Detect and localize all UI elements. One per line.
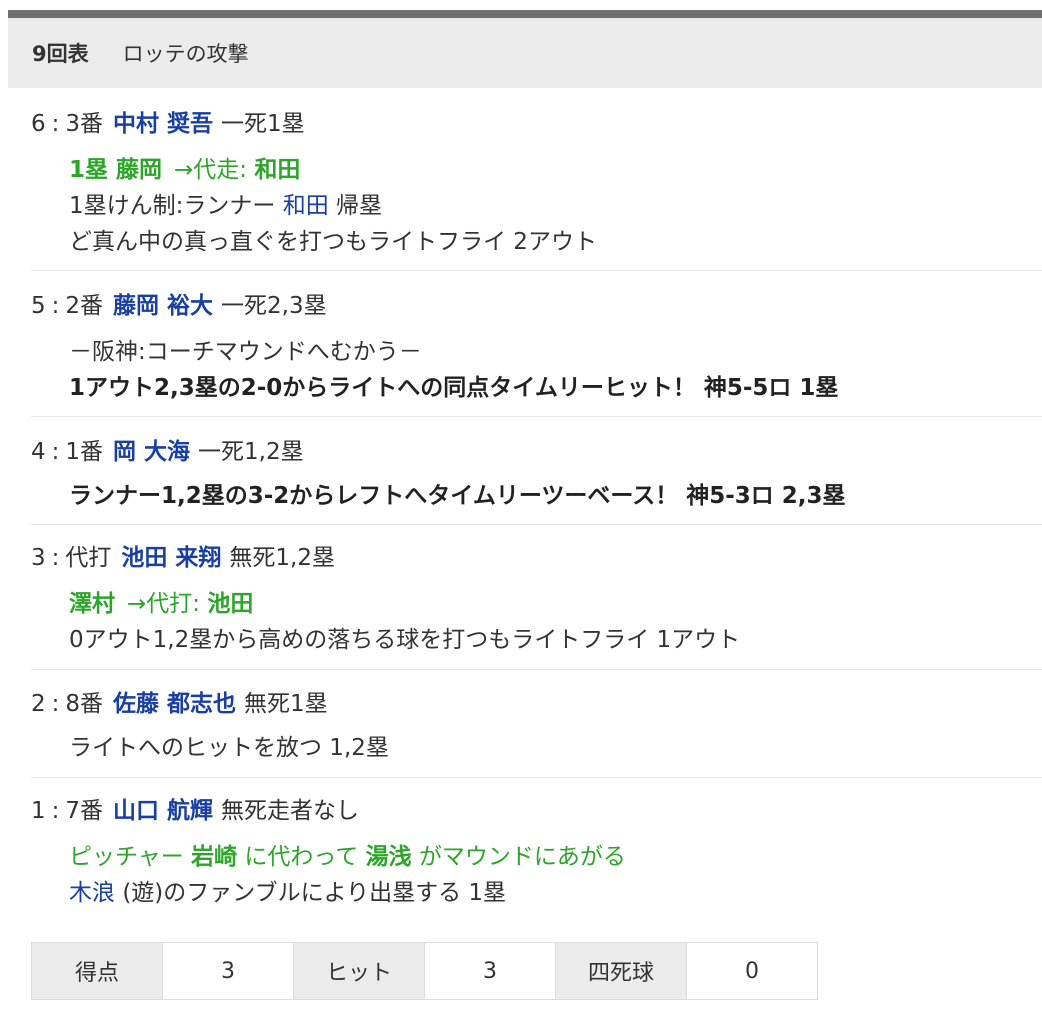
pickoff-suffix: 帰塁 (336, 193, 383, 219)
batting-order: 代打 (65, 545, 112, 571)
play-result: 1アウト2,3塁の2-0からライトへの同点タイムリーヒット！ 神5-5ロ 1塁 (69, 375, 839, 401)
out-runner-situation: 無死1塁 (244, 691, 328, 717)
inning-label: 9回表 (32, 42, 89, 66)
sub-type: →代走: (174, 157, 248, 183)
old-pitcher: 岩崎 (191, 844, 238, 870)
sub-type: →代打: (127, 591, 201, 617)
play-result: ランナー1,2塁の3-2からレフトへタイムリーツーベース！ 神5-3ロ 2,3塁 (69, 483, 846, 509)
error-line: 木浪 (遊)のファンブルにより出塁する 1塁 (69, 875, 1042, 911)
fielder-link[interactable]: 木浪 (69, 880, 115, 906)
plate-appearance-line: 4:1番岡 大海 一死1,2塁 (31, 439, 304, 465)
plate-appearance-line: 6:3番 中村 奨吾 一死1塁 (31, 111, 305, 137)
walks-value: 0 (687, 943, 817, 999)
error-text: (遊)のファンブルにより出塁する 1塁 (122, 880, 507, 906)
substitution-line: 澤村 →代打: 池田 (69, 586, 1042, 622)
hits-label: ヒット (294, 943, 425, 999)
attack-label: ロッテの攻撃 (122, 42, 249, 66)
batter-link[interactable]: 藤岡 裕大 (113, 293, 213, 319)
new-pitcher: 湯浅 (365, 844, 412, 870)
pitching-change-line: ピッチャー 岩崎 に代わって 湯浅 がマウンドにあがる (69, 839, 1042, 875)
batter-link[interactable]: 佐藤 都志也 (113, 691, 236, 717)
play-number: 5 (31, 293, 46, 319)
play-entry-5: 5:2番 藤岡 裕大 一死2,3塁 －阪神:コーチマウンドへむかう－ 1アウト2,3… (31, 290, 1042, 417)
play-result: ライトへのヒットを放つ 1,2塁 (69, 735, 389, 761)
play-number: 2 (31, 691, 46, 717)
out-runner-situation: 一死2,3塁 (221, 293, 327, 319)
play-number: 1 (31, 798, 46, 824)
pickoff-prefix: 1塁けん制:ランナー (69, 193, 276, 219)
pitching-change-suffix: がマウンドにあがる (418, 844, 626, 870)
play-entry-4: 4:1番岡 大海 一死1,2塁 ランナー1,2塁の3-2からレフトへタイムリーツー… (31, 436, 1042, 525)
play-entry-1: 1:7番 山口 航輝 無死走者なし ピッチャー 岩崎 に代わって 湯浅 がマウンドに… (31, 795, 1042, 921)
play-result: ど真ん中の真っ直ぐを打つもライトフライ 2アウト (69, 229, 597, 255)
out-runner-situation: 一死1塁 (221, 111, 305, 137)
batter-link[interactable]: 池田 来翔 (121, 545, 221, 571)
hits-value: 3 (425, 943, 556, 999)
plate-appearance-line: 1:7番 山口 航輝 無死走者なし (31, 798, 360, 824)
substitution-line: 1塁 藤岡 →代走: 和田 (69, 152, 1042, 188)
batter-link[interactable]: 岡 大海 (113, 439, 190, 465)
pickoff-line: 1塁けん制:ランナー 和田 帰塁 (69, 188, 1042, 224)
batting-order: 1番 (65, 439, 104, 465)
batting-order: 3番 (65, 111, 104, 137)
runs-value: 3 (163, 943, 294, 999)
play-entry-2: 2:8番 佐藤 都志也 無死1塁 ライトへのヒットを放つ 1,2塁 (31, 688, 1042, 778)
runs-label: 得点 (32, 943, 163, 999)
inning-header: 9回表 ロッテの攻撃 (8, 18, 1042, 88)
sub-from: 1塁 藤岡 (69, 157, 163, 183)
walks-label: 四死球 (556, 943, 687, 999)
batting-order: 8番 (65, 691, 104, 717)
play-number: 4 (31, 439, 46, 465)
play-entry-6: 6:3番 中村 奨吾 一死1塁 1塁 藤岡 →代走: 和田 1塁けん制:ランナー 和田… (31, 108, 1042, 271)
batting-order: 2番 (65, 293, 104, 319)
play-entry-3: 3: 代打 池田 来翔 無死1,2塁 澤村 →代打: 池田 0アウト1,2塁から高めの落… (31, 542, 1042, 670)
plate-appearance-line: 5:2番 藤岡 裕大 一死2,3塁 (31, 293, 327, 319)
out-runner-situation: 一死1,2塁 (198, 439, 304, 465)
play-result: 0アウト1,2塁から高めの落ちる球を打つもライトフライ 1アウト (69, 627, 741, 653)
plate-appearance-line: 2:8番 佐藤 都志也 無死1塁 (31, 691, 328, 717)
sub-from: 澤村 (69, 591, 115, 617)
play-number: 3 (31, 545, 46, 571)
plate-appearance-line: 3: 代打 池田 来翔 無死1,2塁 (31, 545, 335, 571)
play-number: 6 (31, 111, 46, 137)
pitching-change-prefix: ピッチャー (69, 844, 184, 870)
out-runner-situation: 無死1,2塁 (229, 545, 335, 571)
batting-order: 7番 (65, 798, 104, 824)
top-accent-bar (8, 10, 1042, 18)
runner-link[interactable]: 和田 (283, 193, 329, 219)
sub-to: 和田 (254, 157, 301, 183)
batter-link[interactable]: 中村 奨吾 (113, 111, 213, 137)
sub-to: 池田 (207, 591, 254, 617)
mound-visit-note: －阪神:コーチマウンドへむかう－ (69, 339, 422, 365)
pitching-change-mid: に代わって (244, 844, 359, 870)
batter-link[interactable]: 山口 航輝 (113, 798, 213, 824)
inning-stats-table: 得点 3 ヒット 3 四死球 0 (31, 942, 818, 1000)
out-runner-situation: 無死走者なし (221, 798, 360, 824)
